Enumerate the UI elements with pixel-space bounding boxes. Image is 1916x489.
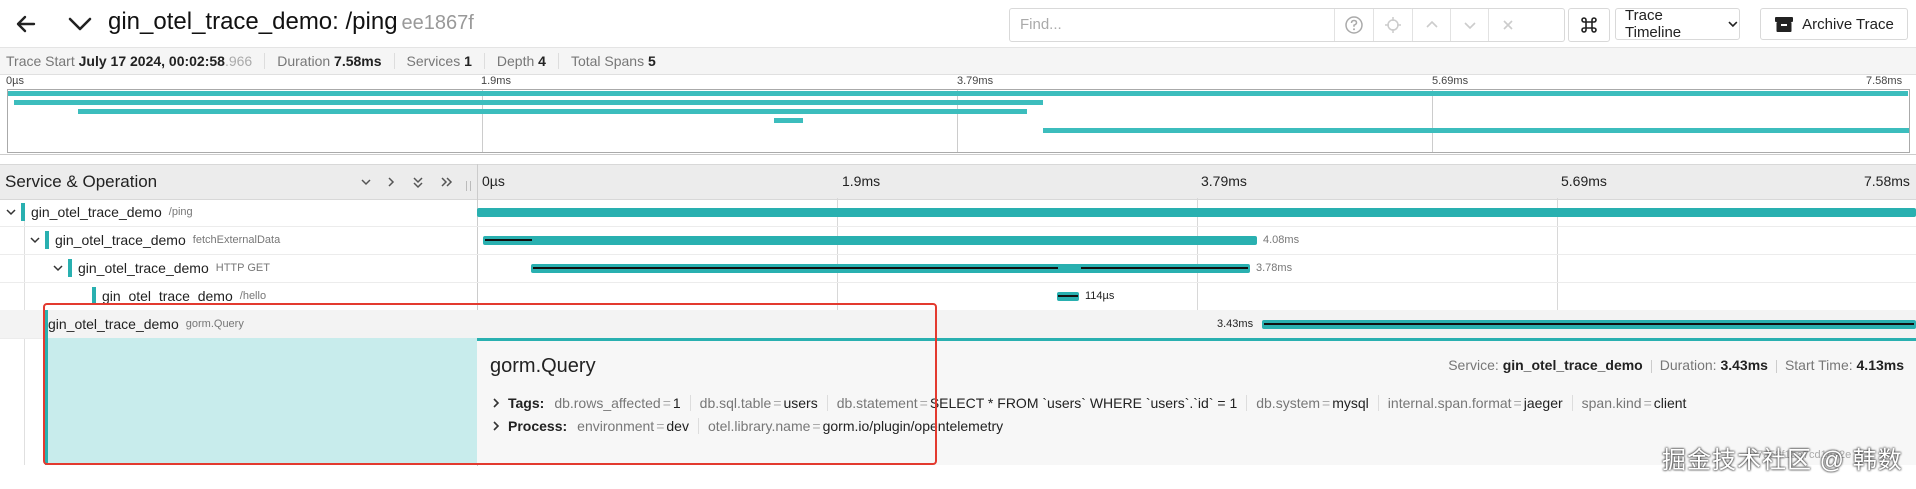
- watermark: 掘金技术社区 @ 韩数: [1662, 447, 1903, 474]
- chevron-up-icon: [1426, 20, 1438, 28]
- find-box: [1009, 8, 1414, 42]
- span-bar[interactable]: [1262, 320, 1916, 329]
- span-row[interactable]: gin_otel_trace_demo fetchExternalData 4.0…: [0, 226, 1916, 255]
- span-bar[interactable]: [477, 208, 1916, 217]
- minimap-span-bar: [8, 91, 1908, 96]
- span-bar[interactable]: [483, 236, 1257, 245]
- span-name[interactable]: gin_otel_trace_demo fetchExternalData: [45, 226, 280, 254]
- minimap-span-bar: [1043, 128, 1909, 133]
- view-selector[interactable]: Trace Timeline: [1615, 7, 1740, 41]
- timeline-tick: 1.9ms: [842, 173, 881, 189]
- tag-item: db.system = mysql: [1247, 395, 1379, 411]
- minimap-span-bar: [774, 118, 803, 123]
- span-name[interactable]: gin_otel_trace_demo HTTP GET: [68, 254, 270, 282]
- archive-trace-button[interactable]: Archive Trace: [1760, 8, 1908, 40]
- prev-match-button[interactable]: [1412, 9, 1451, 41]
- trace-start: Trace Start July 17 2024, 00:02:58.966: [6, 53, 266, 69]
- timeline-header: Service & Operation 0µs 1.9ms 3.79ms 5.6…: [0, 164, 1916, 200]
- span-row[interactable]: gin_otel_trace_demo/ping: [0, 198, 1916, 227]
- trace-meta-bar: Trace Start July 17 2024, 00:02:58.966 D…: [0, 48, 1916, 75]
- span-bar[interactable]: [531, 264, 1250, 273]
- chevron-down-icon: [1728, 21, 1738, 28]
- expand-all-button[interactable]: [406, 170, 430, 194]
- trace-depth: Depth 4: [485, 53, 559, 69]
- span-name[interactable]: gin_otel_trace_demo/ping: [21, 198, 193, 226]
- archive-trace-label: Archive Trace: [1802, 15, 1894, 33]
- service-color-bar: [21, 203, 25, 221]
- timeline-tick: 7.58ms: [1864, 173, 1910, 189]
- command-key-icon: [1581, 17, 1597, 33]
- critical-path: [485, 239, 532, 241]
- trace-header: gin_otel_trace_demo: /pingee1867f Trace …: [0, 0, 1916, 48]
- view-selector-label: Trace Timeline: [1625, 7, 1682, 41]
- timeline-tick: 0µs: [482, 173, 505, 189]
- trace-minimap[interactable]: 0µs 1.9ms 3.79ms 5.69ms 7.58ms: [0, 75, 1916, 155]
- minimap-tick: 0µs: [6, 75, 24, 87]
- chevron-right-icon: [388, 177, 395, 187]
- timeline-tick: 3.79ms: [1201, 173, 1247, 189]
- help-icon: [1345, 16, 1363, 34]
- locate-button[interactable]: [1373, 9, 1412, 41]
- chevron-down-icon: [6, 209, 16, 216]
- close-icon: [1503, 20, 1513, 30]
- trace-total-spans: Total Spans 5: [570, 53, 656, 69]
- chevron-down-icon: [30, 237, 40, 244]
- chevron-down-icon: [1464, 22, 1476, 30]
- chevron-down-icon: [68, 17, 92, 31]
- minimap-gridline: [1432, 90, 1433, 152]
- collapse-all-button[interactable]: [434, 170, 458, 194]
- span-bar[interactable]: [1057, 292, 1079, 301]
- minimap-tick: 1.9ms: [481, 75, 511, 87]
- minimap-span-bar: [78, 109, 1027, 114]
- minimap-tick: 7.58ms: [1866, 75, 1903, 87]
- chevron-down-icon: [53, 265, 63, 272]
- critical-path: [1081, 267, 1248, 269]
- trace-id: ee1867f: [401, 12, 474, 34]
- tag-item: span.kind = client: [1581, 395, 1687, 411]
- span-duration-label: 114µs: [1085, 290, 1115, 302]
- help-button[interactable]: [1334, 9, 1373, 41]
- archive-icon: [1775, 17, 1794, 32]
- double-chevron-right-icon: [441, 177, 453, 187]
- chevron-down-icon: [361, 179, 371, 186]
- trace-services: Services 1: [395, 53, 485, 69]
- toggle-children-button[interactable]: [3, 203, 19, 221]
- span-detail-summary: Service: gin_otel_trace_demo Duration: 3.…: [1448, 357, 1904, 373]
- critical-path: [533, 267, 1058, 269]
- keyboard-shortcuts-button[interactable]: [1568, 8, 1610, 42]
- back-button[interactable]: [6, 4, 46, 44]
- collapse-header-button[interactable]: [62, 4, 98, 44]
- span-duration-label: 3.43ms: [1217, 318, 1254, 330]
- span-row[interactable]: gin_otel_trace_demo HTTP GET 3.78ms: [0, 254, 1916, 283]
- find-input[interactable]: [1010, 9, 1338, 39]
- page-title: gin_otel_trace_demo: /ping ee1867f: [108, 8, 474, 35]
- service-color-bar: [68, 259, 72, 277]
- clear-find-button[interactable]: [1488, 9, 1527, 41]
- arrow-left-icon: [16, 15, 36, 33]
- collapse-one-button[interactable]: [354, 170, 378, 194]
- minimap-canvas[interactable]: [7, 89, 1910, 153]
- span-duration-label: 3.78ms: [1256, 262, 1293, 274]
- highlight-annotation: [43, 303, 937, 465]
- find-nav-group: [1412, 8, 1565, 42]
- critical-path: [1058, 295, 1078, 297]
- next-match-button[interactable]: [1450, 9, 1489, 41]
- service-operation-header: Service & Operation: [5, 172, 158, 191]
- timeline-tick: 5.69ms: [1561, 173, 1607, 189]
- minimap-span-bar: [14, 100, 1043, 105]
- column-resize-handle[interactable]: [466, 181, 471, 191]
- toggle-children-button[interactable]: [27, 231, 43, 249]
- toggle-children-button[interactable]: [50, 259, 66, 277]
- trace-duration: Duration 7.58ms: [265, 53, 395, 69]
- expand-one-button[interactable]: [379, 170, 403, 194]
- service-color-bar: [45, 231, 49, 249]
- double-chevron-down-icon: [413, 177, 423, 189]
- critical-path: [1264, 323, 1914, 325]
- target-icon: [1385, 17, 1401, 33]
- span-duration-label: 4.08ms: [1263, 234, 1300, 246]
- minimap-tick: 3.79ms: [957, 75, 994, 87]
- minimap-tick: 5.69ms: [1432, 75, 1469, 87]
- tag-item: internal.span.format = jaeger: [1379, 395, 1573, 411]
